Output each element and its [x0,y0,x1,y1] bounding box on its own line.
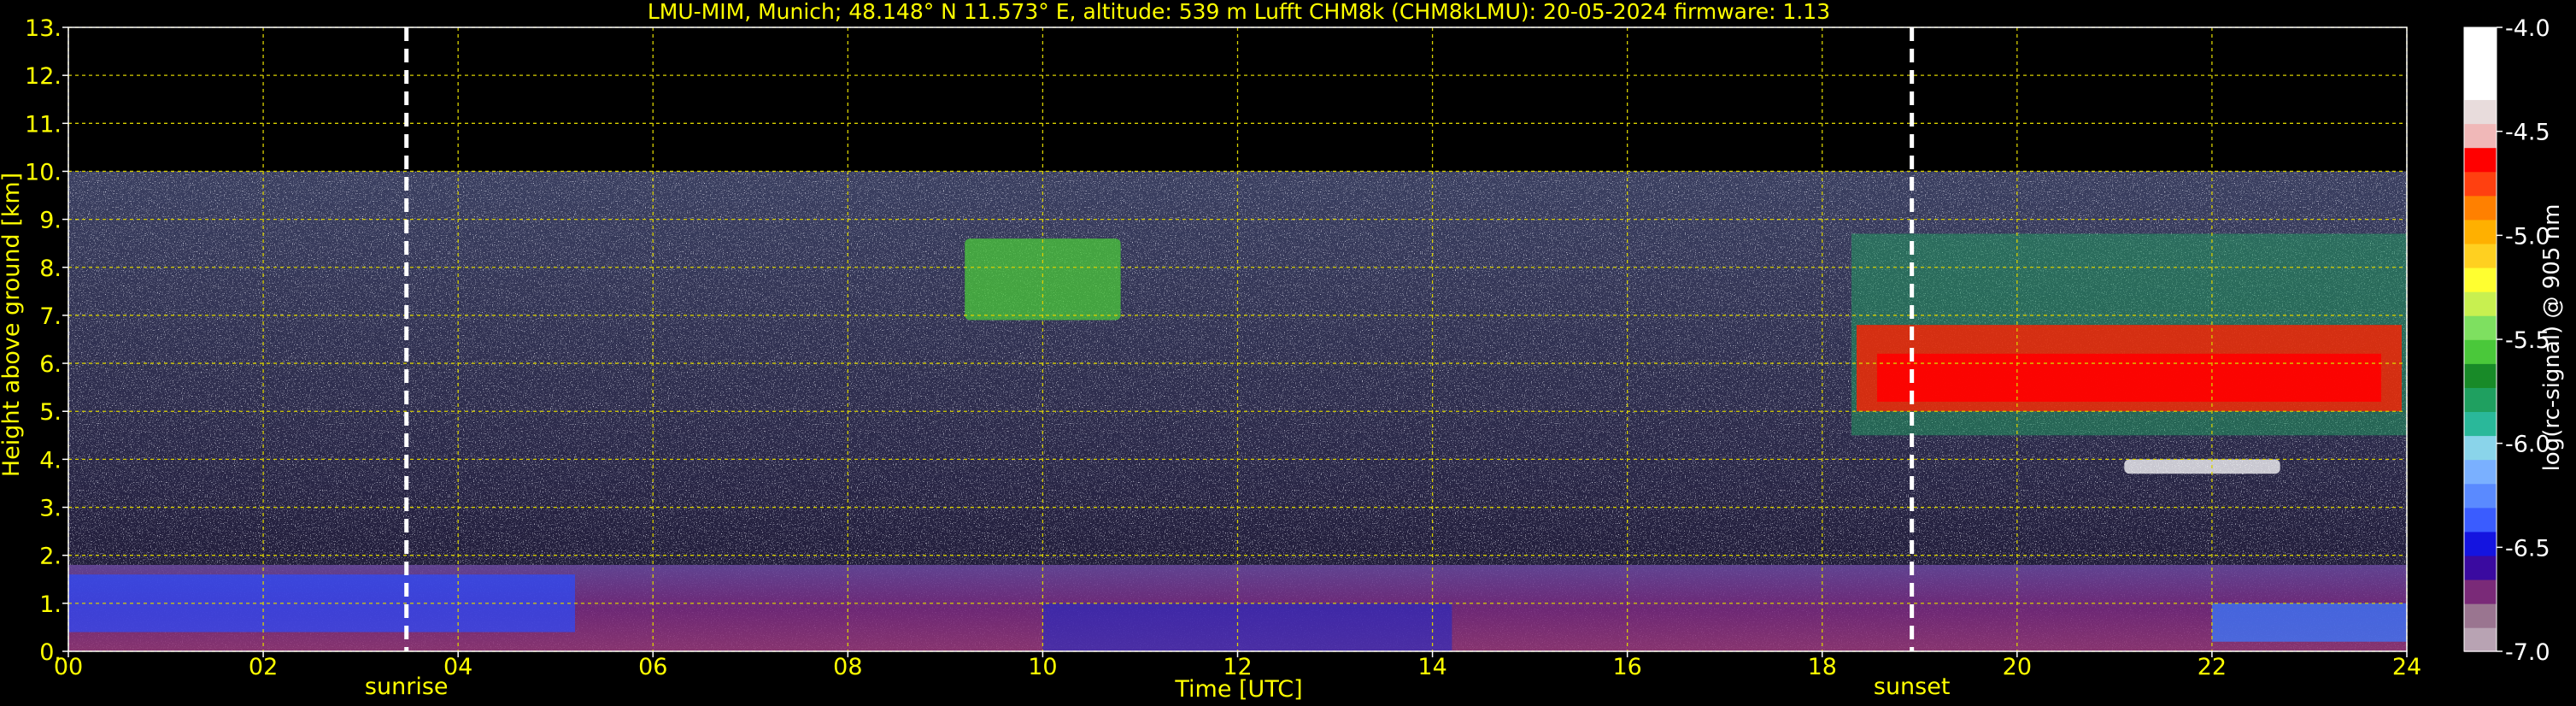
colorbar-segment [2464,315,2497,340]
colorbar-segment [2464,195,2497,221]
event-label-sunrise: sunrise [365,674,449,700]
colorbar-segment [2464,51,2497,76]
x-tick-label: 04 [443,654,472,680]
y-tick-label: 13. [25,15,62,42]
colorbar-segment [2464,435,2497,461]
x-tick-label: 20 [2003,654,2032,680]
colorbar-segment [2464,27,2497,52]
colorbar-segment [2464,99,2497,125]
x-tick-label: 14 [1417,654,1446,680]
colorbar-segment [2464,243,2497,268]
colorbar-segment [2464,627,2497,652]
y-tick-label: 11. [25,111,62,138]
plot-area [68,27,2407,651]
feature-cloud-core [1876,353,2381,402]
colorbar-segment [2464,531,2497,556]
event-label-sunset: sunset [1874,674,1951,700]
y-tick-label: 8. [39,256,62,282]
y-tick-label: 12. [25,63,62,90]
x-tick-label: 10 [1028,654,1057,680]
colorbar-segment [2464,267,2497,292]
colorbar-segment [2464,459,2497,485]
colorbar-segment [2464,363,2497,388]
x-axis-label: Time [UTC] [1174,676,1302,703]
x-tick-label: 02 [249,654,278,680]
colorbar-tick-label: -7.0 [2505,639,2550,666]
colorbar-segment [2464,291,2497,316]
feature-boundary-layer-midday [1042,603,1452,651]
colorbar-segment [2464,219,2497,244]
y-tick-label: 2. [39,544,62,570]
y-tick-label: 9. [39,208,62,234]
chart-title: LMU-MIM, Munich; 48.148° N 11.573° E, al… [648,0,1830,24]
x-tick-label: 08 [833,654,862,680]
colorbar-segment [2464,75,2497,101]
y-tick-label: 5. [39,399,62,426]
y-tick-label: 0. [39,639,62,666]
colorbar-segment [2464,603,2497,628]
colorbar: -4.0-4.5-5.0-5.5-6.0-6.5-7.0 [2463,15,2550,666]
colorbar-segment [2464,411,2497,437]
colorbar-label: log(rc-signal) @ 905 nm [2539,204,2565,472]
x-tick-label: 18 [1808,654,1837,680]
colorbar-tick-label: -6.5 [2505,535,2550,562]
colorbar-segment [2464,171,2497,197]
y-tick-label: 4. [39,447,62,474]
colorbar-segment [2464,555,2497,580]
x-tick-label: 22 [2198,654,2227,680]
y-axis-label: Height above ground [km] [0,173,25,477]
colorbar-segment [2464,579,2497,604]
colorbar-segment [2464,147,2497,173]
colorbar-segment [2464,339,2497,364]
colorbar-segment [2464,387,2497,413]
y-tick-label: 1. [39,591,62,618]
colorbar-tick-label: -4.0 [2505,15,2550,42]
x-tick-label: 16 [1612,654,1641,680]
x-tick-label: 06 [638,654,667,680]
colorbar-segment [2464,507,2497,532]
lidar-ceilometer-chart: sunrise sunset 00 02 04 06 08 10 12 14 16 18 20 22 24… [0,0,2565,703]
colorbar-tick-label: -4.5 [2505,120,2550,146]
x-tick-label: 24 [2392,654,2421,680]
feature-3 [2124,459,2280,474]
colorbar-segment [2464,123,2497,149]
colorbar-segment [2464,483,2497,509]
y-tick-label: 6. [39,351,62,378]
y-tick-label: 10. [25,159,62,185]
feature-boundary-layer-night [2211,603,2407,642]
y-tick-label: 3. [39,496,62,522]
y-tick-label: 7. [39,303,62,330]
